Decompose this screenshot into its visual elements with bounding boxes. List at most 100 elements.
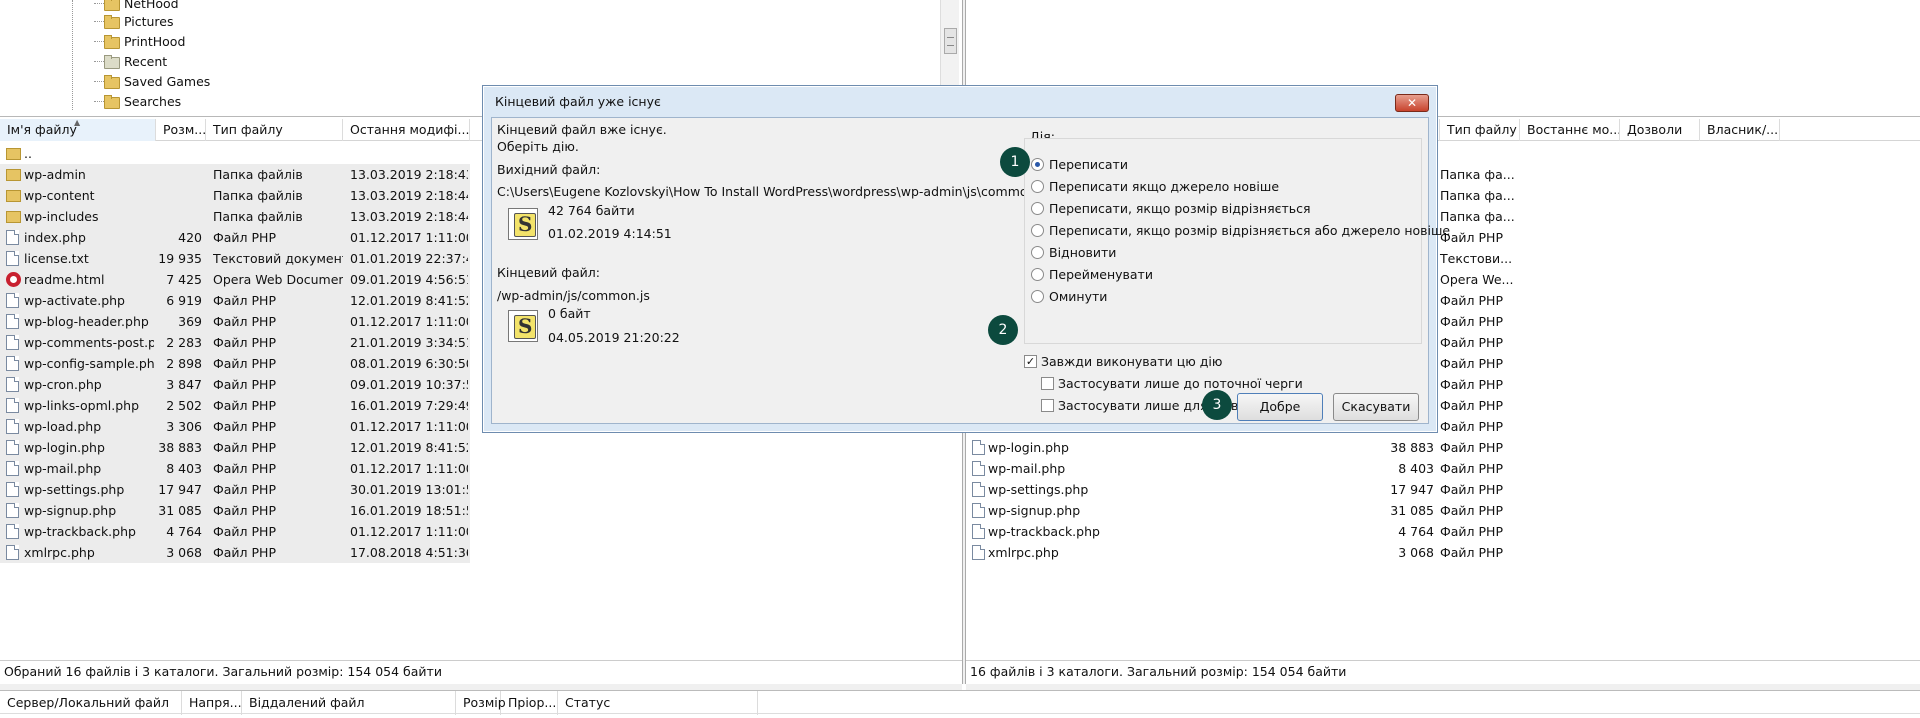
table-row[interactable]: wp-login.php 38 883 Файл PHP 12.01.2019 8:4… bbox=[0, 437, 470, 458]
option-overwrite-if-newer[interactable]: Переписати якщо джерело новіше bbox=[1031, 176, 1279, 196]
checkmark-icon[interactable]: ✓ bbox=[1024, 354, 1037, 368]
table-row[interactable]: wp-activate.php 6 919 Файл PHP 12.01.2019 8… bbox=[0, 290, 470, 311]
table-row[interactable]: wp-trackback.php 4 764 Файл PHP 01.12.2017 … bbox=[0, 521, 470, 542]
file-name: wp-login.php bbox=[988, 440, 1069, 455]
tree-guide-line bbox=[72, 0, 73, 110]
file-name: wp-blog-header.php bbox=[24, 314, 149, 329]
file-size: 38 883 bbox=[158, 440, 202, 455]
table-row[interactable]: wp-config-sample.php 2 898 Файл PHP 08.01.2… bbox=[0, 353, 470, 374]
cancel-button[interactable]: Скасувати bbox=[1333, 393, 1419, 421]
table-row[interactable]: wp-trackback.php 4 764 bbox=[966, 521, 1440, 542]
always-use-action-checkbox[interactable]: ✓ Завжди виконувати цю дію bbox=[1024, 351, 1222, 371]
table-row[interactable]: wp-content Папка файлів 13.03.2019 2:18:44 bbox=[0, 185, 470, 206]
column-remote-type[interactable]: Тип файлу bbox=[1440, 119, 1520, 141]
column-owner[interactable]: Власник/... bbox=[1700, 119, 1780, 141]
file-name: .. bbox=[24, 146, 32, 161]
option-rename[interactable]: Перейменувати bbox=[1031, 264, 1153, 284]
tree-item[interactable]: Saved Games bbox=[94, 71, 210, 91]
table-row[interactable]: wp-settings.php 17 947 Файл PHP 30.01.2019 … bbox=[0, 479, 470, 500]
close-button[interactable]: ✕ bbox=[1395, 94, 1429, 112]
file-size: 8 403 bbox=[1398, 461, 1434, 476]
queue-column-direction[interactable]: Напря... bbox=[182, 691, 242, 715]
tree-item[interactable]: Recent bbox=[94, 51, 167, 71]
file-size: 17 947 bbox=[1390, 482, 1434, 497]
queue-column-status[interactable]: Статус bbox=[558, 691, 758, 715]
table-row[interactable]: wp-includes Папка файлів 13.03.2019 2:18:4… bbox=[0, 206, 470, 227]
tree-item[interactable]: Pictures bbox=[94, 11, 174, 31]
table-row[interactable]: wp-load.php 3 306 Файл PHP 01.12.2017 1:11:… bbox=[0, 416, 470, 437]
remote-file-type: Файл PHP bbox=[1440, 461, 1503, 476]
file-icon bbox=[6, 503, 19, 518]
table-row[interactable]: wp-blog-header.php 369 Файл PHP 01.12.2017 … bbox=[0, 311, 470, 332]
radio-unselected[interactable] bbox=[1031, 267, 1044, 281]
table-row[interactable]: wp-links-opml.php 2 502 Файл PHP 16.01.2019… bbox=[0, 395, 470, 416]
tree-item[interactable]: PrintHood bbox=[94, 31, 185, 51]
table-row[interactable]: wp-mail.php 8 403 Файл PHP 01.12.2017 1:11:… bbox=[0, 458, 470, 479]
target-file-size: 0 байт bbox=[548, 306, 591, 321]
remote-file-type: Файл PHP bbox=[1440, 419, 1503, 434]
folder-icon bbox=[104, 35, 120, 49]
table-row[interactable]: xmlrpc.php 3 068 bbox=[966, 542, 1440, 563]
option-resume[interactable]: Відновити bbox=[1031, 242, 1116, 262]
remote-file-type: Файл PHP bbox=[1440, 356, 1503, 371]
folder-icon bbox=[104, 15, 120, 29]
remote-file-list[interactable]: wp-login.php 38 883 wp-mail.php 8 403 wp-set… bbox=[966, 437, 1440, 560]
file-icon bbox=[6, 524, 19, 539]
column-filename[interactable]: Ім'я файлу ▲ bbox=[0, 119, 156, 141]
queue-column-priority[interactable]: Пріор... bbox=[501, 691, 558, 715]
table-row[interactable]: xmlrpc.php 3 068 Файл PHP 17.08.2018 4:51:3… bbox=[0, 542, 470, 563]
table-row[interactable]: wp-cron.php 3 847 Файл PHP 09.01.2019 10:37… bbox=[0, 374, 470, 395]
ok-button[interactable]: Добре bbox=[1237, 393, 1323, 421]
tree-item[interactable]: Searches bbox=[94, 91, 181, 111]
remote-file-type: Файл PHP bbox=[1440, 503, 1503, 518]
js-file-icon bbox=[508, 310, 538, 342]
radio-unselected[interactable] bbox=[1031, 179, 1044, 193]
radio-unselected[interactable] bbox=[1031, 245, 1044, 259]
table-row[interactable]: wp-signup.php 31 085 bbox=[966, 500, 1440, 521]
table-row[interactable]: wp-mail.php 8 403 bbox=[966, 458, 1440, 479]
option-overwrite-if-size-or-newer[interactable]: Переписати, якщо розмір відрізняється аб… bbox=[1031, 220, 1450, 240]
column-size[interactable]: Розм... bbox=[156, 119, 206, 141]
table-row[interactable]: license.txt 19 935 Текстовий документ 01.01… bbox=[0, 248, 470, 269]
checkbox-box[interactable] bbox=[1041, 376, 1054, 390]
queue-column-size[interactable]: Розмір bbox=[456, 691, 506, 715]
file-icon bbox=[972, 440, 985, 455]
radio-selected[interactable] bbox=[1031, 157, 1044, 171]
file-size: 4 764 bbox=[1398, 524, 1434, 539]
table-row[interactable]: readme.html 7 425 Opera Web Document 09.01.… bbox=[0, 269, 470, 290]
option-overwrite[interactable]: Переписати bbox=[1031, 154, 1128, 174]
checkbox-box[interactable] bbox=[1041, 398, 1054, 412]
file-name: wp-activate.php bbox=[24, 293, 125, 308]
file-size: 3 068 bbox=[166, 545, 202, 560]
column-modified[interactable]: Остання модифі... bbox=[343, 119, 470, 141]
table-row[interactable]: wp-signup.php 31 085 Файл PHP 16.01.2019 18… bbox=[0, 500, 470, 521]
queue-column-remote[interactable]: Віддалений файл bbox=[242, 691, 456, 715]
file-size bbox=[156, 143, 202, 164]
table-row[interactable]: wp-admin Папка файлів 13.03.2019 2:18:43 bbox=[0, 164, 470, 185]
column-remote-modified[interactable]: Востаннє мо... bbox=[1520, 119, 1620, 141]
file-size: 3 068 bbox=[1398, 545, 1434, 560]
table-row[interactable]: wp-login.php 38 883 bbox=[966, 437, 1440, 458]
file-type: Файл PHP bbox=[213, 545, 276, 560]
table-row[interactable]: wp-comments-post.php 2 283 Файл PHP 21.01.2… bbox=[0, 332, 470, 353]
column-permissions[interactable]: Дозволи bbox=[1620, 119, 1700, 141]
table-row[interactable]: index.php 420 Файл PHP 01.12.2017 1:11:00 bbox=[0, 227, 470, 248]
file-name: wp-login.php bbox=[24, 440, 105, 455]
table-row[interactable]: wp-settings.php 17 947 bbox=[966, 479, 1440, 500]
current-queue-only-checkbox[interactable]: Застосувати лише до поточної черги bbox=[1041, 373, 1303, 393]
option-overwrite-if-size-differs[interactable]: Переписати, якщо розмір відрізняється bbox=[1031, 198, 1311, 218]
special-folder-icon bbox=[104, 55, 120, 69]
queue-column-local[interactable]: Сервер/Локальний файл bbox=[0, 691, 182, 715]
file-name: wp-admin bbox=[24, 167, 86, 182]
scrollbar-thumb[interactable] bbox=[944, 28, 957, 54]
option-skip[interactable]: Оминути bbox=[1031, 286, 1107, 306]
table-row[interactable]: .. bbox=[0, 143, 470, 164]
file-modified: 01.12.2017 1:11:00 bbox=[350, 419, 468, 434]
file-type: Папка файлів bbox=[213, 209, 303, 224]
radio-unselected[interactable] bbox=[1031, 201, 1044, 215]
radio-unselected[interactable] bbox=[1031, 289, 1044, 303]
column-type[interactable]: Тип файлу bbox=[206, 119, 343, 141]
file-icon bbox=[6, 335, 19, 350]
radio-unselected[interactable] bbox=[1031, 223, 1044, 237]
tree-item-label: Pictures bbox=[124, 13, 174, 29]
